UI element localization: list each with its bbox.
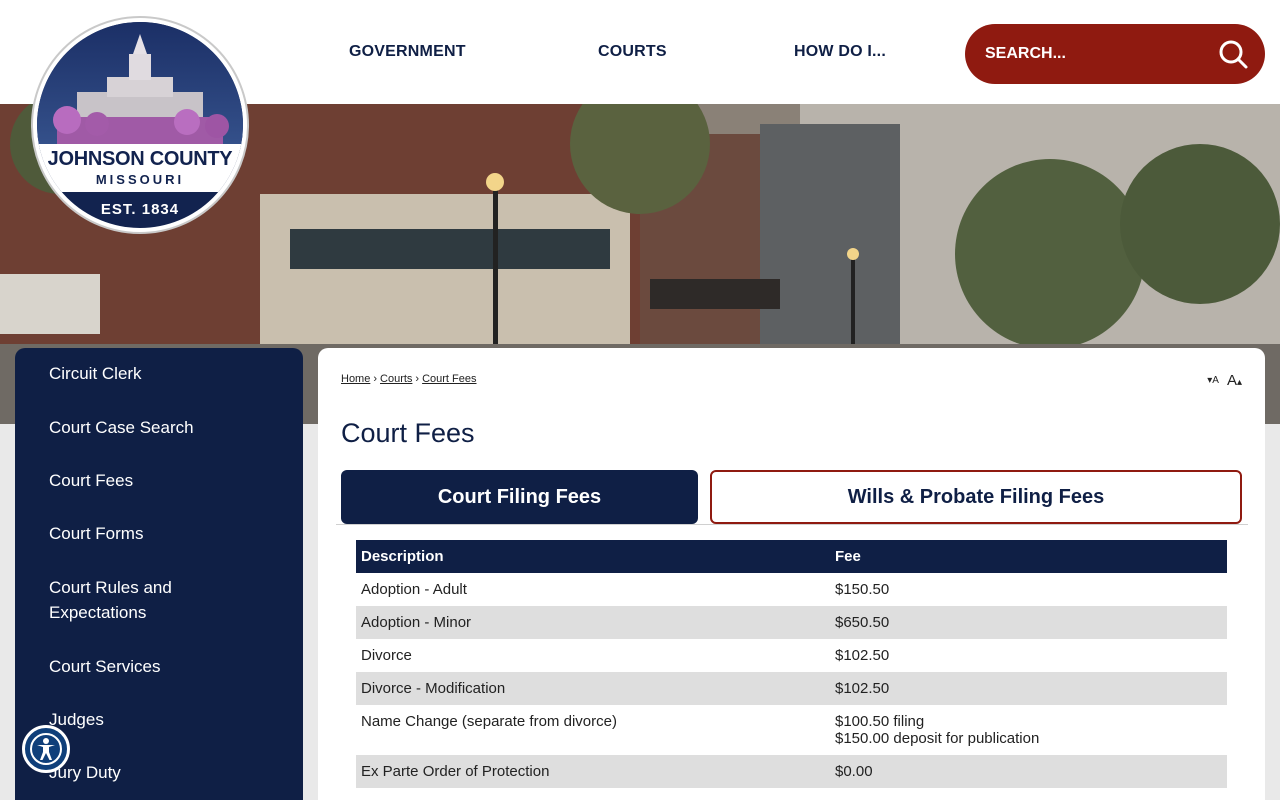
row-description: Ex Parte Order of Protection	[356, 755, 830, 788]
sidebar-item-circuit-clerk[interactable]: Circuit Clerk	[49, 361, 289, 386]
accessibility-button[interactable]	[22, 725, 70, 773]
nav-how-do-i[interactable]: HOW DO I...	[794, 0, 886, 104]
row-description: Name Change (separate from divorce)	[361, 713, 617, 730]
accessibility-icon	[30, 733, 62, 765]
row-fee-line: $150.00 deposit for publication	[835, 730, 1040, 747]
row-description: Divorce	[361, 647, 412, 664]
row-fee: $150.50	[835, 581, 890, 598]
table-row: Divorce - Modification $102.50	[356, 672, 1227, 705]
increase-font-button[interactable]: A▴	[1227, 372, 1242, 389]
sidebar-item-court-services[interactable]: Court Services	[49, 654, 289, 679]
fees-table: Description Fee Adoption - Adult $150.50…	[356, 540, 1227, 788]
tab-wills-probate-fees[interactable]: Wills & Probate Filing Fees	[710, 470, 1242, 524]
column-header-fee: Fee	[830, 540, 1227, 573]
page-title: Court Fees	[341, 418, 475, 448]
sidebar-item-court-rules[interactable]: Court Rules and Expectations	[49, 575, 199, 625]
search-icon	[1219, 40, 1248, 69]
logo-established: EST. 1834	[100, 201, 180, 218]
tab-divider	[336, 524, 1248, 525]
content-card: Home › Courts › Court Fees ▾A A▴ Court Fees …	[318, 348, 1265, 800]
breadcrumb-separator: ›	[415, 373, 420, 385]
logo-courthouse-image	[37, 22, 243, 144]
table-header-row: Description Fee	[356, 540, 1227, 573]
table-row: Ex Parte Order of Protection $0.00	[356, 755, 1227, 788]
row-fee: $650.50	[830, 606, 1227, 639]
tab-court-filing-fees[interactable]: Court Filing Fees	[341, 470, 698, 524]
logo-state-name: MISSOURI	[95, 172, 185, 187]
column-header-description: Description	[356, 540, 830, 573]
caret-up-icon: ▴	[1236, 377, 1242, 388]
table-row: Adoption - Minor $650.50	[356, 606, 1227, 639]
search-input[interactable]	[985, 45, 1205, 63]
breadcrumb: Home › Courts › Court Fees	[341, 373, 477, 385]
breadcrumb-home[interactable]: Home	[341, 373, 370, 385]
row-description: Divorce - Modification	[356, 672, 830, 705]
logo-seal: JOHNSON COUNTY MISSOURI EST. 1834	[37, 22, 243, 228]
row-fee-line: $100.50 filing	[835, 713, 925, 730]
row-fee: $0.00	[830, 755, 1227, 788]
row-fee: $100.50 filing $150.00 deposit for publi…	[830, 705, 1227, 755]
row-description: Adoption - Minor	[356, 606, 830, 639]
font-size-controls: ▾A A▴	[1207, 372, 1242, 389]
sidebar-item-court-forms[interactable]: Court Forms	[49, 521, 289, 546]
breadcrumb-separator: ›	[373, 373, 378, 385]
sidebar-item-court-case-search[interactable]: Court Case Search	[49, 415, 289, 440]
nav-courts[interactable]: COURTS	[598, 0, 667, 104]
search-button[interactable]	[1217, 38, 1249, 70]
decrease-font-button[interactable]: ▾A	[1207, 375, 1219, 386]
breadcrumb-court-fees[interactable]: Court Fees	[422, 373, 476, 385]
sidebar-item-jury-duty[interactable]: Jury Duty	[49, 760, 289, 785]
row-fee: $102.50	[830, 672, 1227, 705]
sidebar-item-judges[interactable]: Judges	[49, 707, 289, 732]
sidebar-item-court-fees[interactable]: Court Fees	[49, 468, 289, 493]
table-row: Name Change (separate from divorce) $100…	[356, 705, 1227, 755]
table-row: Divorce $102.50	[356, 639, 1227, 672]
row-fee: $102.50	[835, 647, 890, 664]
search-bar	[965, 24, 1265, 84]
nav-government[interactable]: GOVERNMENT	[349, 0, 466, 104]
table-row: Adoption - Adult $150.50	[356, 573, 1227, 606]
county-logo[interactable]: JOHNSON COUNTY MISSOURI EST. 1834	[31, 16, 249, 234]
logo-county-name: JOHNSON COUNTY	[47, 148, 233, 170]
breadcrumb-courts[interactable]: Courts	[380, 373, 412, 385]
row-description: Adoption - Adult	[361, 581, 467, 598]
